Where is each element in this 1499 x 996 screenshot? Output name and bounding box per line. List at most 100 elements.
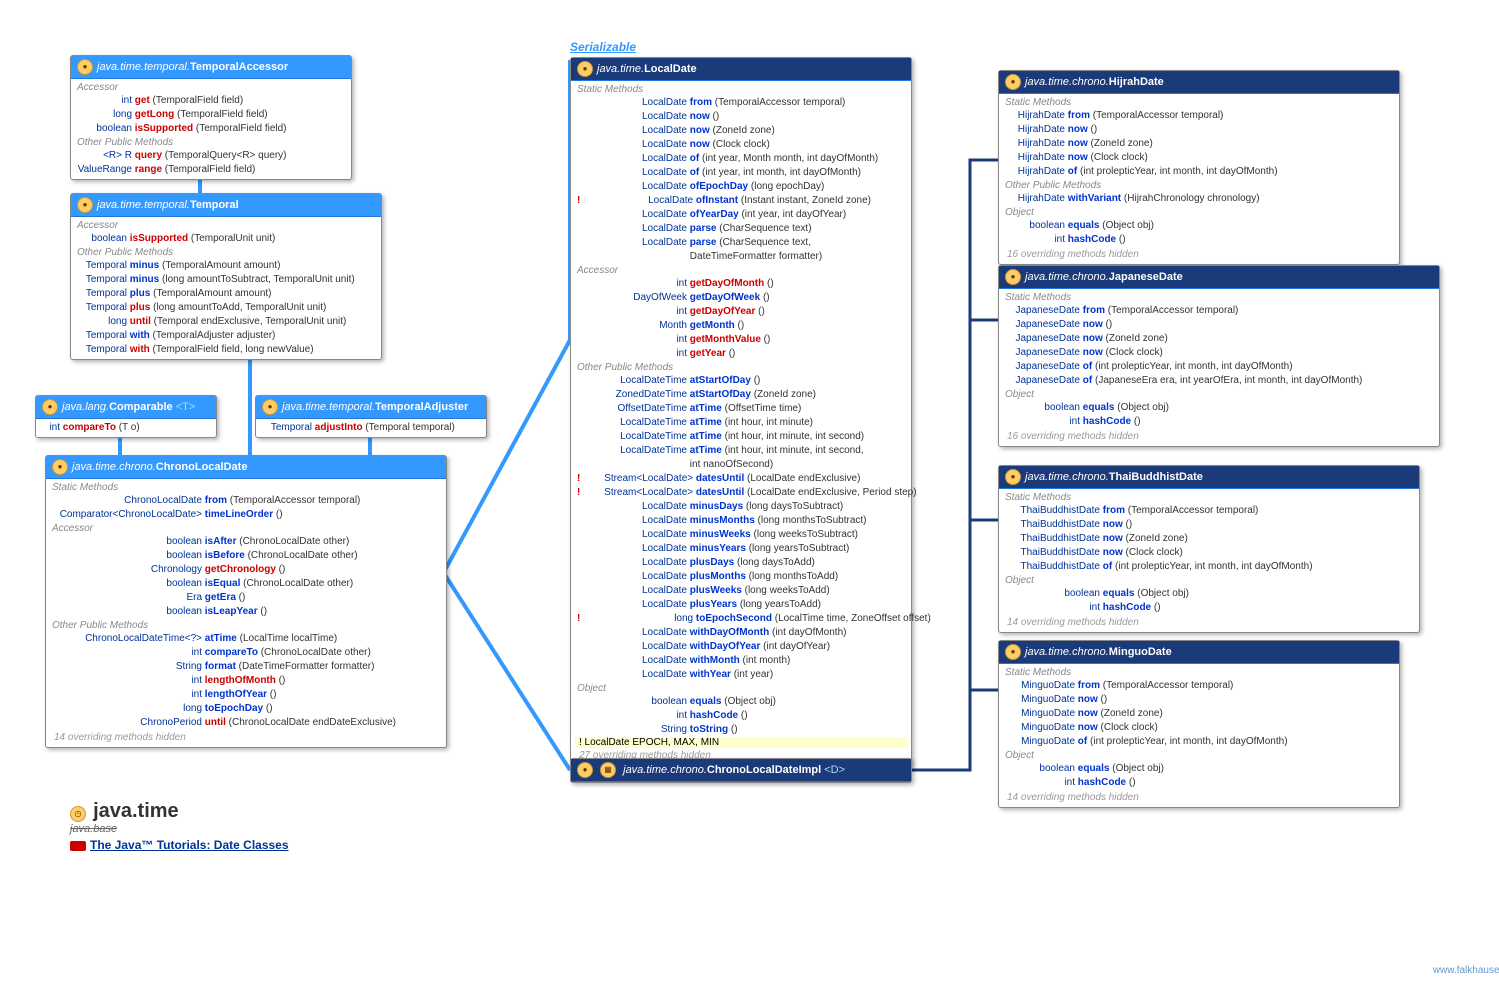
method-row[interactable]: Temporal plus (TemporalAmount amount) [75,287,377,301]
method-row[interactable]: LocalDate withYear (int year) [575,668,907,682]
method-row[interactable]: boolean equals (Object obj) [575,695,907,709]
method-row[interactable]: LocalDate now (Clock clock) [575,138,907,152]
method-row[interactable]: int get (TemporalField field) [75,94,347,108]
method-row[interactable]: LocalDateTime atStartOfDay () [575,374,907,388]
class-header[interactable]: ●java.time.chrono.JapaneseDate [999,266,1439,289]
serializable-label-1[interactable]: Serializable [570,40,636,54]
method-row[interactable]: JapaneseDate from (TemporalAccessor temp… [1003,304,1435,318]
method-row[interactable]: Era getEra () [50,591,442,605]
class-header[interactable]: ●java.lang.Comparable <T> [36,396,216,419]
credit-link[interactable]: www.falkhausen.de [1433,965,1499,976]
method-row[interactable]: int lengthOfYear () [50,688,442,702]
class-header[interactable]: ● ▦ java.time.chrono.ChronoLocalDateImpl… [571,759,911,782]
method-row[interactable]: Month getMonth () [575,319,907,333]
method-row[interactable]: LocalDate now (ZoneId zone) [575,124,907,138]
method-row[interactable]: boolean isSupported (TemporalUnit unit) [75,232,377,246]
method-row[interactable]: LocalDate of (int year, Month month, int… [575,152,907,166]
method-row[interactable]: LocalDate plusWeeks (long weeksToAdd) [575,584,907,598]
method-row[interactable]: ! LocalDate ofInstant (Instant instant, … [575,194,907,208]
method-row[interactable]: MinguoDate of (int prolepticYear, int mo… [1003,735,1395,749]
method-row[interactable]: Chronology getChronology () [50,563,442,577]
method-row[interactable]: boolean isBefore (ChronoLocalDate other) [50,549,442,563]
method-row[interactable]: boolean isEqual (ChronoLocalDate other) [50,577,442,591]
method-row[interactable]: HijrahDate now (Clock clock) [1003,151,1395,165]
class-header[interactable]: ●java.time.temporal.TemporalAccessor [71,56,351,79]
method-row[interactable]: LocalDate minusYears (long yearsToSubtra… [575,542,907,556]
method-row[interactable]: MinguoDate from (TemporalAccessor tempor… [1003,679,1395,693]
method-row[interactable]: <R> R query (TemporalQuery<R> query) [75,149,347,163]
method-row[interactable]: int hashCode () [1003,601,1415,615]
method-row[interactable]: LocalDateTime atTime (int hour, int minu… [575,444,907,458]
method-row[interactable]: LocalDate ofYearDay (int year, int dayOf… [575,208,907,222]
method-row[interactable]: JapaneseDate now () [1003,318,1435,332]
method-row[interactable]: long until (Temporal endExclusive, Tempo… [75,315,377,329]
method-row[interactable]: ThaiBuddhistDate now () [1003,518,1415,532]
method-row[interactable]: HijrahDate of (int prolepticYear, int mo… [1003,165,1395,179]
method-row[interactable]: MinguoDate now (Clock clock) [1003,721,1395,735]
method-row[interactable]: boolean isLeapYear () [50,605,442,619]
method-row[interactable]: LocalDate parse (CharSequence text) [575,222,907,236]
method-row[interactable]: int getDayOfYear () [575,305,907,319]
class-header[interactable]: ●java.time.chrono.HijrahDate [999,71,1399,94]
method-row[interactable]: String toString () [575,723,907,737]
method-row[interactable]: int compareTo (T o) [40,421,212,435]
method-row[interactable]: HijrahDate withVariant (HijrahChronology… [1003,192,1395,206]
method-row[interactable]: LocalDate plusYears (long yearsToAdd) [575,598,907,612]
method-row[interactable]: Comparator<ChronoLocalDate> timeLineOrde… [50,508,442,522]
method-row[interactable]: ThaiBuddhistDate now (Clock clock) [1003,546,1415,560]
tutorial-link[interactable]: The Java™ Tutorials: Date Classes [70,838,289,852]
method-row[interactable]: JapaneseDate of (JapaneseEra era, int ye… [1003,374,1435,388]
method-row[interactable]: int hashCode () [575,709,907,723]
method-row[interactable]: LocalDateTime atTime (int hour, int minu… [575,416,907,430]
method-row[interactable]: LocalDate ofEpochDay (long epochDay) [575,180,907,194]
method-row[interactable]: HijrahDate now (ZoneId zone) [1003,137,1395,151]
method-row[interactable]: ! long toEpochSecond (LocalTime time, Zo… [575,612,907,626]
method-row[interactable]: Temporal adjustInto (Temporal temporal) [260,421,482,435]
method-row[interactable]: LocalDate minusDays (long daysToSubtract… [575,500,907,514]
method-row[interactable]: ThaiBuddhistDate of (int prolepticYear, … [1003,560,1415,574]
method-row[interactable]: LocalDate now () [575,110,907,124]
method-row[interactable]: JapaneseDate of (int prolepticYear, int … [1003,360,1435,374]
method-row[interactable]: boolean isAfter (ChronoLocalDate other) [50,535,442,549]
method-row[interactable]: int nanoOfSecond) [575,458,907,472]
method-row[interactable]: ValueRange range (TemporalField field) [75,163,347,177]
method-row[interactable]: LocalDate plusMonths (long monthsToAdd) [575,570,907,584]
class-header[interactable]: ●java.time.chrono.ChronoLocalDate [46,456,446,479]
method-row[interactable]: DateTimeFormatter formatter) [575,250,907,264]
method-row[interactable]: Temporal minus (TemporalAmount amount) [75,259,377,273]
method-row[interactable]: long getLong (TemporalField field) [75,108,347,122]
method-row[interactable]: int getYear () [575,347,907,361]
method-row[interactable]: OffsetDateTime atTime (OffsetTime time) [575,402,907,416]
method-row[interactable]: LocalDate withDayOfYear (int dayOfYear) [575,640,907,654]
method-row[interactable]: LocalDate withDayOfMonth (int dayOfMonth… [575,626,907,640]
method-row[interactable]: Temporal with (TemporalField field, long… [75,343,377,357]
method-row[interactable]: LocalDate withMonth (int month) [575,654,907,668]
method-row[interactable]: ZonedDateTime atStartOfDay (ZoneId zone) [575,388,907,402]
method-row[interactable]: MinguoDate now () [1003,693,1395,707]
method-row[interactable]: ! Stream<LocalDate> datesUntil (LocalDat… [575,486,907,500]
method-row[interactable]: boolean equals (Object obj) [1003,219,1395,233]
class-header[interactable]: ●java.time.chrono.MinguoDate [999,641,1399,664]
method-row[interactable]: LocalDate plusDays (long daysToAdd) [575,556,907,570]
method-row[interactable]: Temporal minus (long amountToSubtract, T… [75,273,377,287]
method-row[interactable]: int getMonthValue () [575,333,907,347]
method-row[interactable]: ChronoPeriod until (ChronoLocalDate endD… [50,716,442,730]
method-row[interactable]: LocalDate from (TemporalAccessor tempora… [575,96,907,110]
class-header[interactable]: ●java.time.temporal.Temporal [71,194,381,217]
method-row[interactable]: ChronoLocalDateTime<?> atTime (LocalTime… [50,632,442,646]
method-row[interactable]: int lengthOfMonth () [50,674,442,688]
method-row[interactable]: LocalDateTime atTime (int hour, int minu… [575,430,907,444]
method-row[interactable]: boolean equals (Object obj) [1003,587,1415,601]
method-row[interactable]: LocalDate minusMonths (long monthsToSubt… [575,514,907,528]
method-row[interactable]: int hashCode () [1003,415,1435,429]
method-row[interactable]: int compareTo (ChronoLocalDate other) [50,646,442,660]
method-row[interactable]: DayOfWeek getDayOfWeek () [575,291,907,305]
method-row[interactable]: ThaiBuddhistDate now (ZoneId zone) [1003,532,1415,546]
method-row[interactable]: ChronoLocalDate from (TemporalAccessor t… [50,494,442,508]
method-row[interactable]: String format (DateTimeFormatter formatt… [50,660,442,674]
method-row[interactable]: LocalDate minusWeeks (long weeksToSubtra… [575,528,907,542]
method-row[interactable]: MinguoDate now (ZoneId zone) [1003,707,1395,721]
class-header[interactable]: ●java.time.LocalDate [571,58,911,81]
method-row[interactable]: boolean equals (Object obj) [1003,762,1395,776]
method-row[interactable]: JapaneseDate now (Clock clock) [1003,346,1435,360]
